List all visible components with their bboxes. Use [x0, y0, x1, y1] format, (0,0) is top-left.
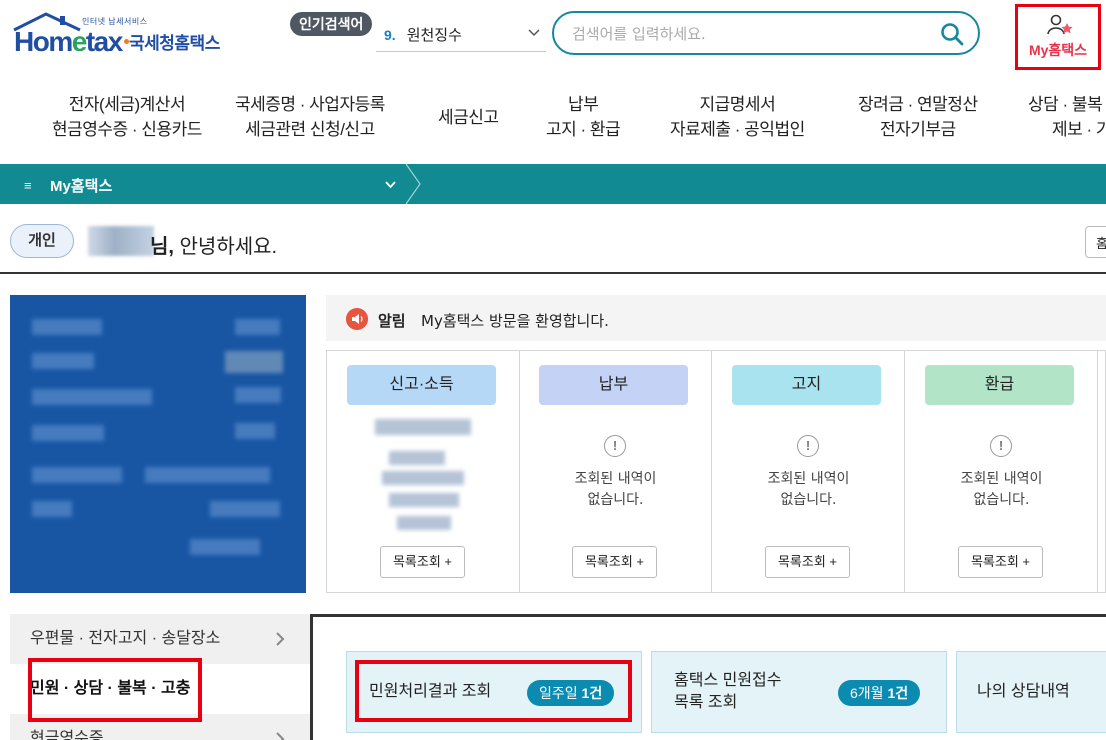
empty-message: 조회된 내역이 없습니다. [960, 471, 1043, 508]
count-badge: 6개월 1건 [838, 680, 921, 706]
list-view-button[interactable]: 목록조회 + [380, 546, 465, 578]
chevron-down-icon[interactable] [528, 26, 540, 38]
gnb-e-invoice[interactable]: 전자(세금)계산서 현금영수증 · 신용카드 [52, 92, 202, 142]
service-title: 나의 상담내역 [977, 683, 1070, 700]
exclamation-icon: ! [604, 435, 626, 457]
header: 인터넷 납세서비스 Hometax 국세청홈택스 인기검색어 9. 원천징수 M… [0, 0, 1106, 80]
my-hometax-label: My홈택스 [1028, 42, 1088, 58]
user-star-icon [1047, 14, 1073, 35]
notice-label: 알림 [378, 313, 406, 330]
exclamation-icon: ! [797, 435, 819, 457]
hometax-logo[interactable]: 인터넷 납세서비스 Hometax 국세청홈택스 [12, 12, 227, 62]
profile-panel-redacted [10, 295, 306, 593]
my-hometax-button[interactable]: My홈택스 [1015, 4, 1101, 70]
service-civil-list[interactable]: 홈택스 민원접수 목록 조회 6개월 1건 [651, 651, 947, 733]
card-title[interactable]: 신고·소득 [347, 365, 496, 405]
user-type-badge: 개인 [10, 224, 74, 258]
chevron-right-icon [276, 632, 285, 646]
card-payment: 납부 ! 조회된 내역이 없습니다. 목록조회 + [519, 351, 712, 592]
tab-mail-notice[interactable]: 우편물 · 전자고지 · 송달장소 [10, 614, 310, 664]
greeting-row: 개인 님, 안녕하세요. 홈 [0, 204, 1106, 274]
gnb-certificate[interactable]: 국세증명 · 사업자등록 세금관련 신청/신고 [235, 92, 385, 142]
notice-bar: 알림 My홈택스 방문을 환영합니다. [326, 295, 1106, 341]
search-icon[interactable] [940, 22, 964, 46]
gnb-payment[interactable]: 납부 고지 · 환급 [546, 92, 621, 142]
chevron-right-icon [276, 732, 285, 740]
home-button[interactable]: 홈 [1085, 226, 1106, 258]
highlight-box [355, 660, 632, 722]
list-view-button[interactable]: 목록조회 + [765, 546, 850, 578]
menu-icon[interactable]: ≡ [24, 178, 32, 193]
gnb-incentive[interactable]: 장려금 · 연말정산 전자기부금 [858, 92, 978, 142]
chevron-down-icon[interactable] [384, 178, 397, 191]
card-refund: 환급 ! 조회된 내역이 없습니다. 목록조회 + [905, 351, 1098, 592]
card-title[interactable]: 납부 [539, 365, 688, 405]
card-filing-income: 신고·소득 목록조회 + [327, 351, 520, 592]
popular-keyword[interactable]: 원천징수 [407, 24, 462, 45]
megaphone-icon [346, 308, 368, 330]
service-title: 홈택스 민원접수 목록 조회 [674, 672, 782, 711]
search-bar[interactable] [552, 11, 980, 55]
popular-search-badge: 인기검색어 [290, 12, 373, 36]
breadcrumb-my-hometax[interactable]: My홈택스 [50, 175, 112, 196]
greeting-text: 님, 안녕하세요. [150, 236, 278, 258]
summary-cards: 신고·소득 목록조회 + 납부 ! 조회된 내역이 없습니다. 목록조회 + 고지… [326, 350, 1106, 593]
exclamation-icon: ! [990, 435, 1012, 457]
breadcrumb-bar: ≡ My홈택스 [0, 164, 1106, 204]
gnb-consultation[interactable]: 상담 · 불복 제보 · 기 [1028, 92, 1106, 142]
gnb-statement[interactable]: 지급명세서 자료제출 · 공익법인 [670, 92, 805, 142]
logo-korean-name: 국세청홈택스 [129, 34, 220, 53]
search-input[interactable] [572, 23, 912, 45]
list-view-button[interactable]: 목록조회 + [958, 546, 1043, 578]
card-title[interactable]: 환급 [925, 365, 1074, 405]
empty-message: 조회된 내역이 없습니다. [767, 471, 850, 508]
gnb-tax-filing[interactable]: 세금신고 [438, 105, 499, 130]
notice-message: My홈택스 방문을 환영합니다. [421, 312, 609, 330]
empty-message: 조회된 내역이 없습니다. [574, 471, 657, 508]
global-navigation: 전자(세금)계산서 현금영수증 · 신용카드 국세증명 · 사업자등록 세금관련 신… [0, 80, 1106, 164]
card-title[interactable]: 고지 [732, 365, 881, 405]
breadcrumb-separator [405, 164, 421, 204]
card-notice: 고지 ! 조회된 내역이 없습니다. 목록조회 + [712, 351, 905, 592]
user-name-redacted [88, 226, 154, 256]
popular-rank: 9. [384, 26, 396, 43]
logo-wordmark: Hometax [14, 26, 123, 57]
list-view-button[interactable]: 목록조회 + [572, 546, 657, 578]
highlight-box [28, 658, 202, 722]
redacted-content [375, 419, 471, 435]
popular-search-dropdown[interactable]: 9. 원천징수 [376, 18, 546, 52]
service-my-consultation[interactable]: 나의 상담내역 [956, 651, 1106, 733]
